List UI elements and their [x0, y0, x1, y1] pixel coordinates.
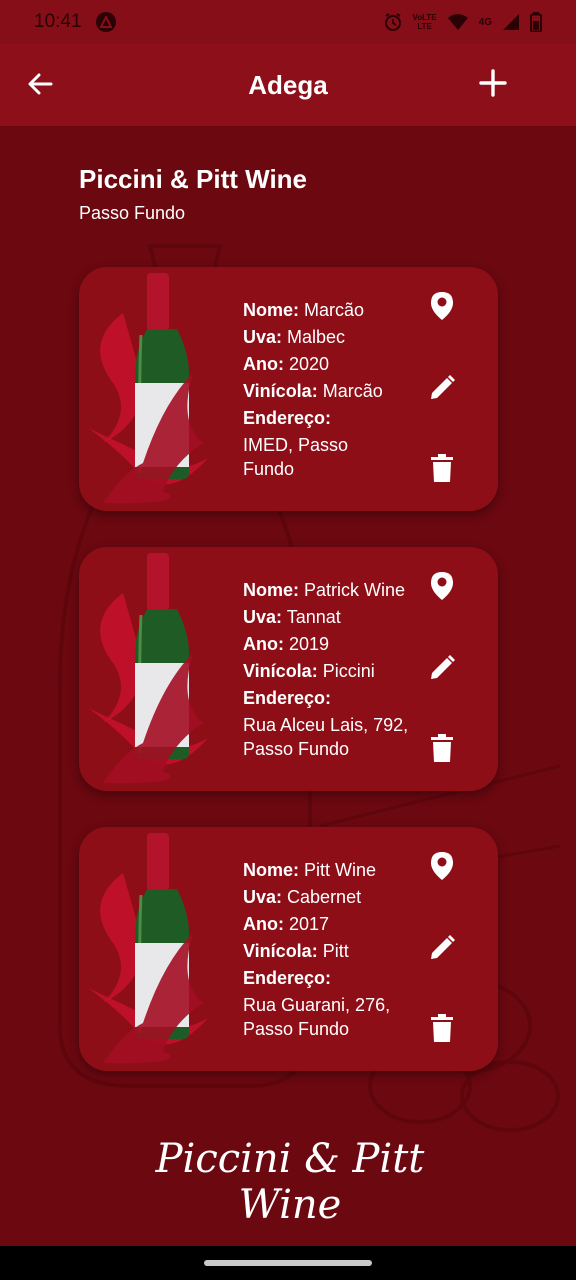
- wine-details: Nome: Pitt Wine Uva: Cabernet Ano: 2017 …: [243, 857, 433, 1041]
- wine-details: Nome: Marcão Uva: Malbec Ano: 2020 Viníc…: [243, 300, 383, 479]
- status-time: 10:41: [34, 11, 82, 32]
- plus-icon: [479, 69, 507, 97]
- pencil-icon: [431, 375, 455, 399]
- wine-card[interactable]: Nome: Pitt Wine Uva: Cabernet Ano: 2017 …: [79, 827, 498, 1071]
- add-wine-button[interactable]: [476, 66, 510, 100]
- wine-card[interactable]: Nome: Patrick Wine Uva: Tannat Ano: 2019…: [79, 547, 498, 791]
- map-pin-button[interactable]: [427, 851, 457, 881]
- wine-details: Nome: Patrick Wine Uva: Tannat Ano: 2019…: [243, 577, 433, 761]
- brand-logo-line2: Wine: [239, 1182, 342, 1228]
- page-title: Adega: [248, 69, 328, 100]
- wine-year: 2017: [289, 914, 330, 934]
- edit-button[interactable]: [427, 373, 457, 403]
- delete-button[interactable]: [427, 1013, 457, 1043]
- battery-icon: [530, 12, 542, 32]
- cell-label: 4G: [478, 16, 492, 28]
- trash-icon: [431, 1014, 453, 1042]
- status-icons: VoLTE LTE 4G: [383, 12, 543, 32]
- map-pin-icon: [431, 572, 453, 600]
- trash-icon: [431, 454, 453, 482]
- wine-bottle-image: [88, 273, 208, 504]
- app-notification-icon: [95, 12, 116, 32]
- wine-year: 2020: [289, 354, 330, 374]
- trash-icon: [431, 734, 453, 762]
- wine-winery: Marcão: [322, 381, 383, 401]
- wine-bottle-image: [88, 553, 208, 784]
- wine-address: Rua Guarani, 276, Passo Fundo: [243, 995, 391, 1039]
- status-bar: 10:41 VoLTE LTE 4G: [0, 0, 576, 44]
- store-city: Passo Fundo: [79, 203, 186, 223]
- wine-name: Marcão: [304, 300, 365, 320]
- delete-button[interactable]: [427, 733, 457, 763]
- wine-address: Rua Alceu Lais, 792, Passo Fundo: [243, 715, 409, 759]
- wine-grape: Cabernet: [287, 887, 362, 907]
- map-pin-icon: [431, 852, 453, 880]
- edit-button[interactable]: [427, 653, 457, 683]
- brand-logo: Piccini & Pitt Wine: [155, 1136, 426, 1228]
- brand-logo-line1: Piccini & Pitt: [155, 1136, 426, 1182]
- back-button[interactable]: [24, 68, 56, 100]
- wine-winery: Piccini: [322, 661, 375, 681]
- wine-list-screen: Piccini & Pitt Wine Passo Fundo Nome: Ma…: [0, 126, 576, 1246]
- arrow-left-icon: [28, 73, 53, 95]
- home-gesture-handle[interactable]: [204, 1260, 372, 1266]
- wine-card[interactable]: Nome: Marcão Uva: Malbec Ano: 2020 Viníc…: [79, 267, 498, 511]
- store-header: Piccini & Pitt Wine Passo Fundo: [79, 164, 307, 224]
- wine-bottle-image: [88, 833, 208, 1064]
- wine-grape: Tannat: [286, 607, 341, 627]
- wine-name: Pitt Wine: [304, 860, 377, 880]
- pencil-icon: [431, 935, 455, 959]
- map-pin-button[interactable]: [427, 571, 457, 601]
- map-pin-icon: [431, 292, 453, 320]
- store-name: Piccini & Pitt Wine: [79, 164, 308, 194]
- delete-button[interactable]: [427, 453, 457, 483]
- wine-name: Patrick Wine: [304, 580, 406, 600]
- app-bar: Adega: [0, 44, 576, 126]
- pencil-icon: [431, 655, 455, 679]
- edit-button[interactable]: [427, 933, 457, 963]
- signal-icon: [502, 13, 520, 31]
- system-nav-bar: [0, 1246, 576, 1280]
- map-pin-button[interactable]: [427, 291, 457, 321]
- wine-grape: Malbec: [287, 327, 346, 347]
- alarm-icon: [383, 12, 403, 32]
- wifi-icon: [447, 13, 469, 31]
- wine-winery: Pitt: [322, 941, 349, 961]
- volte-indicator: VoLTE LTE: [412, 13, 437, 31]
- wine-address: IMED, Passo Fundo: [243, 435, 349, 479]
- wine-year: 2019: [289, 634, 330, 654]
